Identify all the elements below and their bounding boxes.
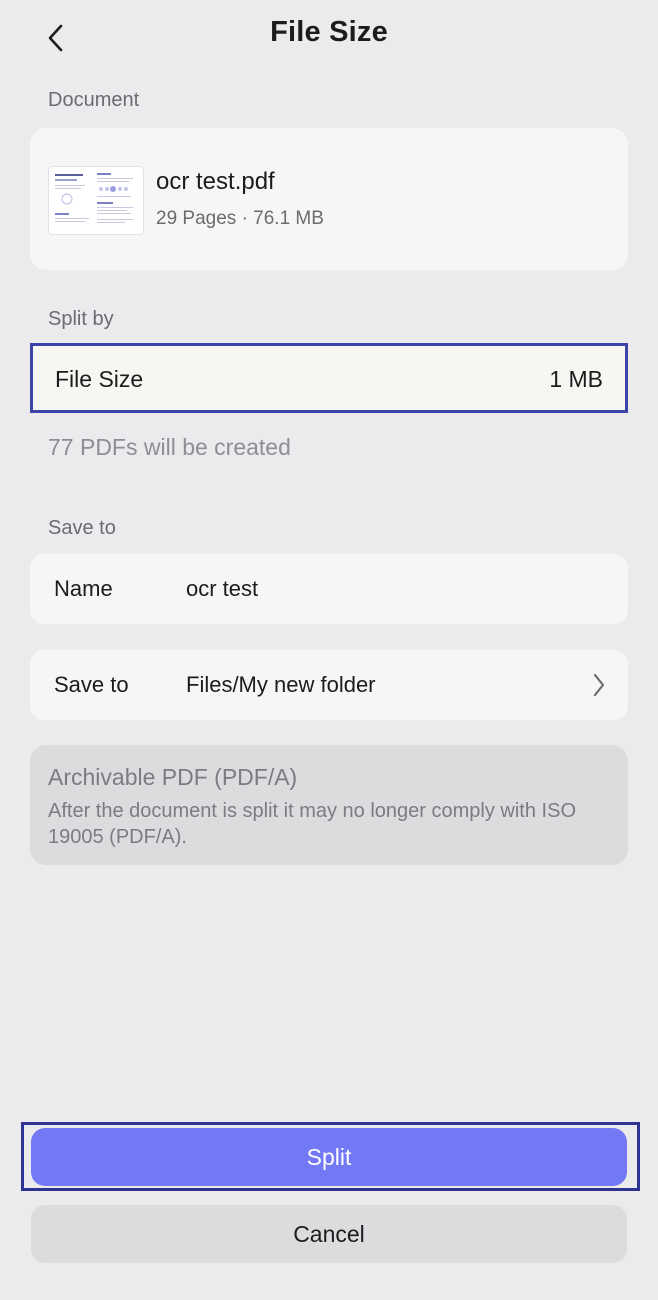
archivable-pdf-card: Archivable PDF (PDF/A) After the documen… [30, 745, 628, 865]
name-field[interactable]: ocr test [186, 576, 258, 602]
document-section-label: Document [48, 89, 140, 111]
save-location-value: Files/My new folder [186, 672, 376, 697]
document-thumbnail-icon [55, 173, 133, 223]
save-to-label: Save to [54, 672, 129, 697]
document-name: ocr test.pdf [156, 168, 275, 195]
name-label: Name [54, 576, 113, 601]
document-meta: 29 Pages · 76.1 MB [156, 208, 324, 229]
split-by-file-size-row[interactable]: File Size 1 MB [30, 343, 628, 413]
split-button[interactable]: Split [31, 1128, 627, 1186]
archivable-pdf-title: Archivable PDF (PDF/A) [48, 764, 298, 790]
pdf-thumbnail [48, 166, 144, 235]
split-by-label: File Size [55, 366, 144, 392]
save-to-section-label: Save to [48, 517, 116, 539]
save-location-row[interactable]: Save to Files/My new folder [30, 650, 628, 720]
pdf-count-note: 77 PDFs will be created [48, 434, 291, 460]
split-by-value: 1 MB [549, 366, 603, 392]
chevron-right-icon [593, 673, 605, 697]
split-by-section-label: Split by [48, 308, 114, 330]
page-title: File Size [270, 16, 388, 48]
archivable-pdf-description: After the document is split it may no lo… [48, 800, 576, 848]
name-row[interactable]: Name ocr test [30, 554, 628, 624]
cancel-button[interactable]: Cancel [31, 1205, 627, 1263]
